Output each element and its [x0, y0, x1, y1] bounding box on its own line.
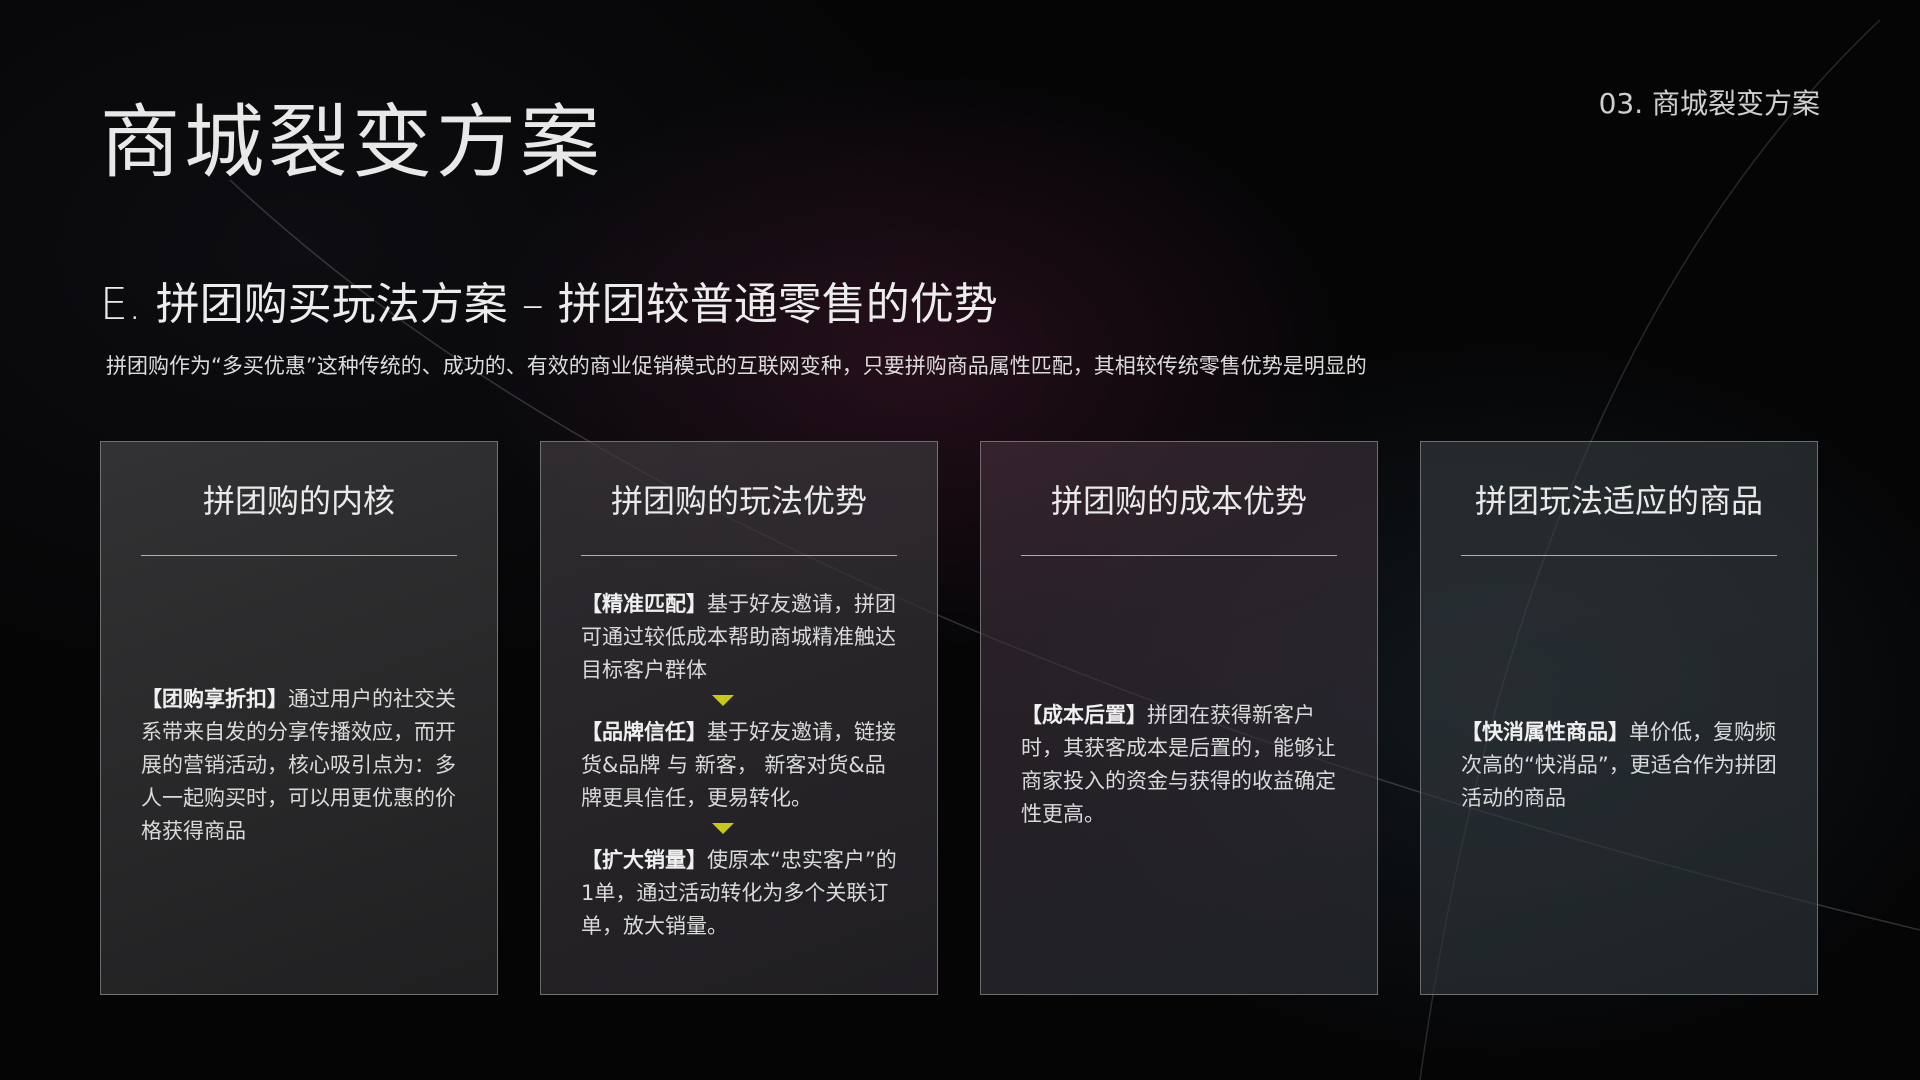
arrow-down-icon: [712, 822, 734, 834]
paragraph-tag: 【快消属性商品】: [1461, 719, 1629, 744]
card-title: 拼团购的玩法优势: [610, 482, 867, 520]
card-play-advantage: 拼团购的玩法优势 【精准匹配】基于好友邀请，拼团可通过较低成本帮助商城精准触达目…: [540, 441, 938, 995]
card-body: 【成本后置】拼团在获得新客户时，其获客成本是后置的，能够让商家投入的资金与获得的…: [1021, 566, 1341, 964]
card-divider: [141, 555, 457, 556]
paragraph-tag: 【成本后置】: [1021, 703, 1147, 727]
paragraph-tag: 【品牌信任】: [581, 719, 707, 744]
card-core: 拼团购的内核 【团购享折扣】通过用户的社交关系带来自发的分享传播效应，而开展的营…: [100, 441, 498, 995]
intro-text: 拼团购作为“多买优惠”这种传统的、成功的、有效的商业促销模式的互联网变种，只要拼…: [106, 354, 1367, 378]
paragraph-tag: 【团购享折扣】: [141, 686, 288, 711]
card-paragraph: 【快消属性商品】单价低，复购频次高的“快消品”，更适合作为拼团活动的商品: [1461, 716, 1781, 815]
arrow-down-icon: [712, 694, 734, 706]
card-divider: [581, 555, 897, 556]
paragraph-tag: 【扩大销量】: [581, 847, 707, 872]
card-title: 拼团玩法适应的商品: [1474, 482, 1763, 520]
card-body: 【团购享折扣】通过用户的社交关系带来自发的分享传播效应，而开展的营销活动，核心吸…: [141, 566, 461, 964]
card-body: 【快消属性商品】单价低，复购频次高的“快消品”，更适合作为拼团活动的商品: [1461, 566, 1781, 964]
card-divider: [1461, 555, 1777, 556]
card-paragraph: 【团购享折扣】通过用户的社交关系带来自发的分享传播效应，而开展的营销活动，核心吸…: [141, 683, 461, 848]
card-paragraph: 【扩大销量】使原本“忠实客户”的1单，通过活动转化为多个关联订单，放大销量。: [581, 844, 901, 943]
card-body: 【精准匹配】基于好友邀请，拼团可通过较低成本帮助商城精准触达目标客户群体 【品牌…: [581, 566, 901, 964]
section-subtitle: E. 拼团购买玩法方案 – 拼团较普通零售的优势: [100, 279, 998, 330]
page-title: 商城裂变方案: [100, 96, 604, 189]
card-title: 拼团购的成本优势: [1050, 482, 1307, 520]
card-cost-advantage: 拼团购的成本优势 【成本后置】拼团在获得新客户时，其获客成本是后置的，能够让商家…: [980, 441, 1378, 995]
card-paragraph: 【品牌信任】基于好友邀请，链接货&品牌 与 新客， 新客对货&品牌更具信任，更易…: [581, 716, 901, 815]
card-title: 拼团购的内核: [202, 482, 395, 520]
paragraph-tag: 【精准匹配】: [581, 591, 707, 616]
card-paragraph: 【成本后置】拼团在获得新客户时，其获客成本是后置的，能够让商家投入的资金与获得的…: [1021, 699, 1341, 831]
card-divider: [1021, 555, 1337, 556]
card-suitable-products: 拼团玩法适应的商品 【快消属性商品】单价低，复购频次高的“快消品”，更适合作为拼…: [1420, 441, 1818, 995]
card-paragraph: 【精准匹配】基于好友邀请，拼团可通过较低成本帮助商城精准触达目标客户群体: [581, 588, 901, 687]
cards-row: 拼团购的内核 【团购享折扣】通过用户的社交关系带来自发的分享传播效应，而开展的营…: [100, 441, 1820, 997]
section-label: 03. 商城裂变方案: [1598, 87, 1820, 120]
